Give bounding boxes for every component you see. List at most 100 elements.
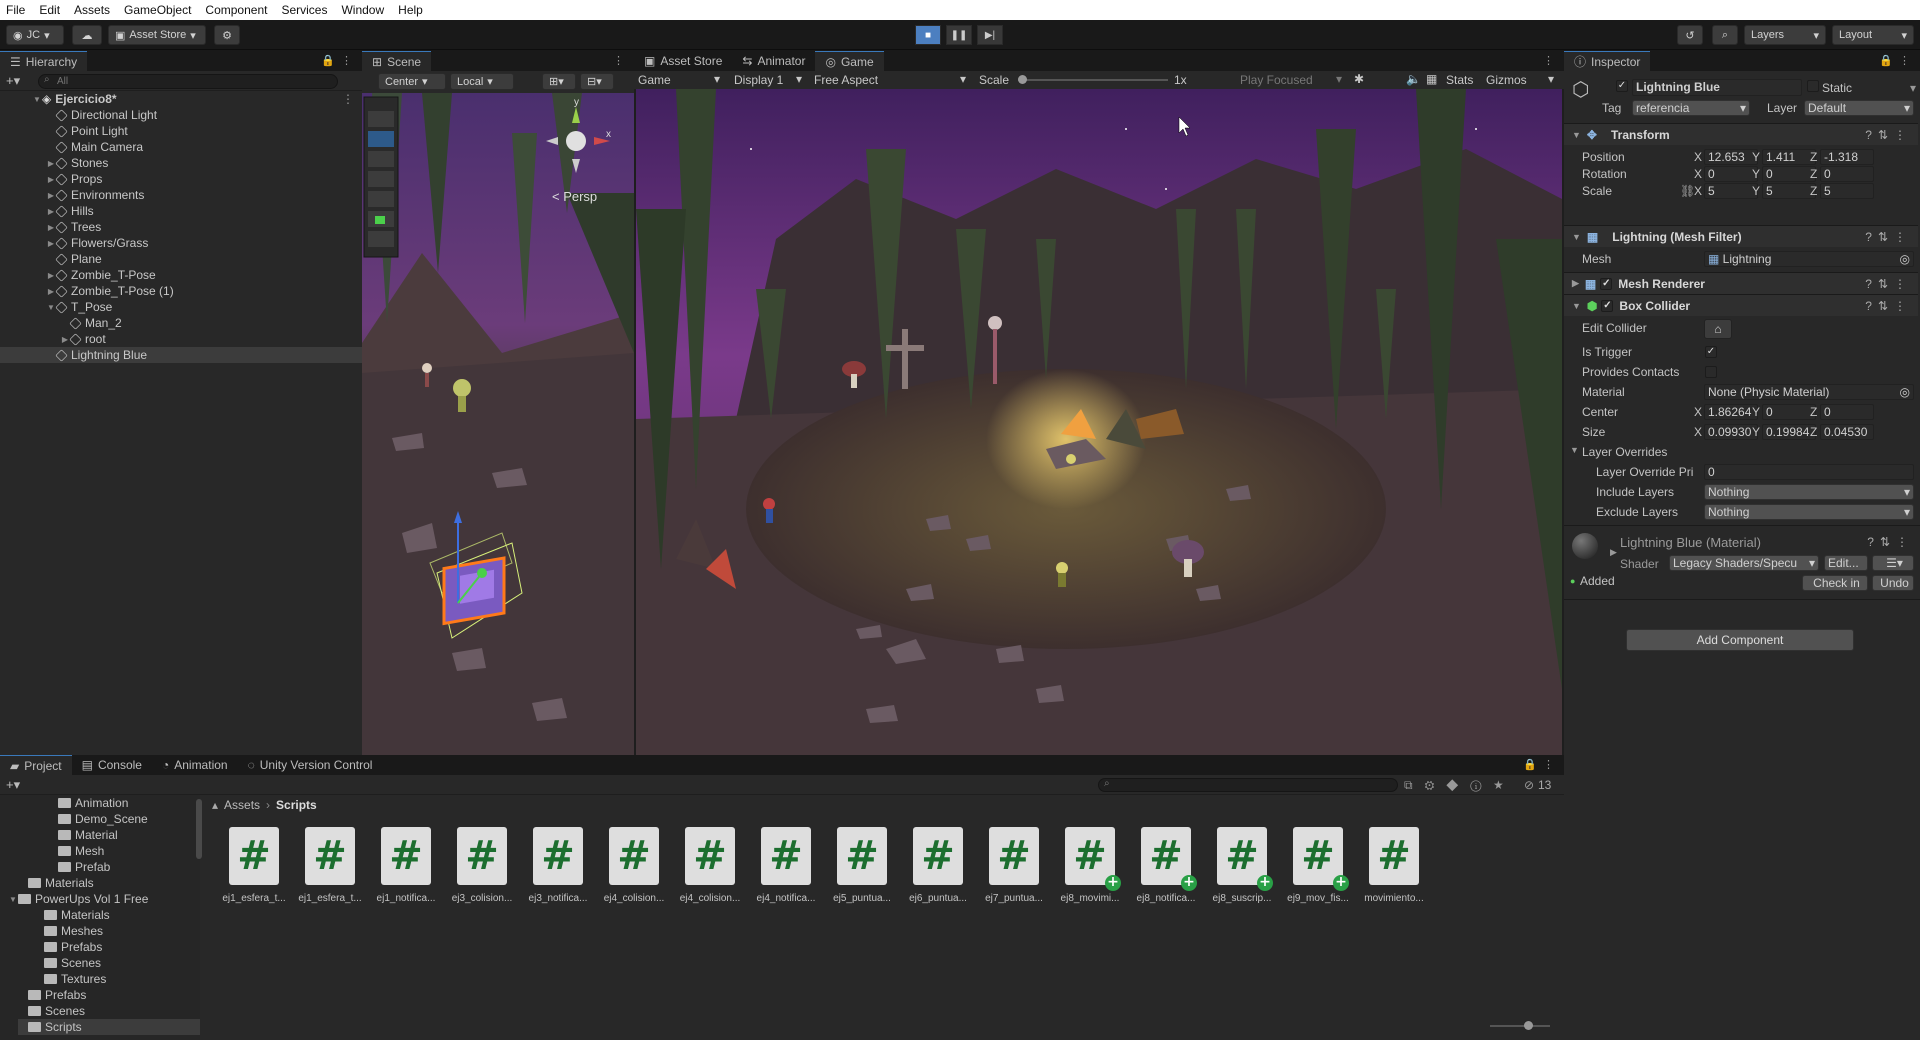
script-asset[interactable]: # ej4_notifica... — [750, 827, 822, 904]
history-button[interactable]: ↺ — [1677, 25, 1703, 45]
project-tree-item[interactable]: ▼ PowerUps Vol 1 Free — [8, 891, 200, 907]
hierarchy-search-input[interactable] — [38, 74, 338, 89]
cloud-button[interactable]: ☁ — [72, 25, 102, 45]
position-field[interactable]: 1.411 — [1762, 149, 1816, 165]
display-dropdown[interactable]: Display 1 — [734, 73, 783, 87]
shader-dropdown[interactable]: Legacy Shaders/Specu ▾ — [1669, 555, 1819, 571]
asset-store-dropdown[interactable]: ▣ Asset Store ▾ — [108, 25, 206, 45]
collapse-icon[interactable]: ▴ — [212, 798, 218, 812]
filter-icons[interactable]: ⧉⚙◆ⓘ★ — [1404, 778, 1515, 793]
menu-window[interactable]: Window — [341, 3, 384, 17]
script-asset[interactable]: # ej6_puntua... — [902, 827, 974, 904]
tree-scrollbar[interactable] — [196, 799, 202, 859]
script-asset[interactable]: # ej1_notifica... — [370, 827, 442, 904]
tag-dropdown[interactable]: referencia ▾ — [1632, 100, 1750, 116]
component-menu-icons[interactable]: ?⇅⋮ — [1865, 128, 1912, 142]
script-asset[interactable]: # ej1_esfera_t... — [218, 827, 290, 904]
hierarchy-item[interactable]: ▶ Stones — [0, 155, 362, 171]
script-asset[interactable]: # ej5_puntua... — [826, 827, 898, 904]
space-dropdown[interactable]: Local ▾ — [450, 73, 514, 90]
box-collider-header[interactable]: ▼ ⬢ ✓ Box Collider ?⇅⋮ — [1564, 294, 1918, 316]
center-field[interactable]: 0 — [1820, 404, 1874, 420]
rotation-field[interactable]: 0 — [1704, 166, 1758, 182]
chevron-down-icon[interactable]: ▾ — [1910, 81, 1916, 95]
shader-edit-button[interactable]: Edit... — [1824, 555, 1868, 571]
script-asset[interactable]: # movimiento... — [1358, 827, 1430, 904]
component-menu-icons[interactable]: ?⇅⋮ — [1867, 535, 1914, 549]
gizmos-button[interactable]: Gizmos — [1486, 73, 1527, 87]
size-field[interactable]: 0.09930 — [1704, 424, 1758, 440]
project-tree-item[interactable]: Materials — [34, 907, 200, 923]
project-tree-item[interactable]: Animation — [48, 795, 200, 811]
project-tree-item[interactable]: Material — [48, 827, 200, 843]
scene-tool-palette[interactable] — [363, 96, 399, 258]
pivot-dropdown[interactable]: Center ▾ — [378, 73, 446, 90]
project-tree-item[interactable]: Meshes — [34, 923, 200, 939]
script-asset[interactable]: # ej4_colision... — [674, 827, 746, 904]
transform-header[interactable]: ▼ ✥ Transform ?⇅⋮ — [1564, 123, 1918, 145]
static-checkbox[interactable] — [1807, 80, 1819, 92]
mesh-field[interactable]: ▦ Lightning ◎ — [1704, 251, 1914, 267]
script-asset[interactable]: # + ej8_notifica... — [1130, 827, 1202, 904]
panel-menu-icon[interactable]: 🔒⋮ — [321, 54, 358, 67]
snap-increment-button[interactable]: ⊟▾ — [580, 73, 614, 90]
add-icon[interactable]: +▾ — [6, 73, 20, 89]
override-priority-field[interactable]: 0 — [1704, 464, 1914, 480]
menu-file[interactable]: File — [6, 3, 25, 17]
size-field[interactable]: 0.04530 — [1820, 424, 1874, 440]
project-search-input[interactable]: ⌕ — [1098, 778, 1398, 792]
project-tree-item[interactable]: Scenes — [34, 955, 200, 971]
hierarchy-item[interactable]: ▶ Zombie_T-Pose — [0, 267, 362, 283]
layers-dropdown[interactable]: Layers ▾ — [1744, 25, 1826, 45]
menu-component[interactable]: Component — [205, 3, 267, 17]
persp-label[interactable]: < Persp — [552, 189, 597, 204]
mesh-renderer-enabled-checkbox[interactable]: ✓ — [1600, 277, 1613, 290]
panel-menu-icon[interactable]: ⋮ — [1543, 54, 1560, 67]
project-tree-item[interactable]: Textures — [34, 971, 200, 987]
collider-material-field[interactable]: None (Physic Material) ◎ — [1704, 384, 1914, 400]
play-focused-dropdown[interactable]: Play Focused — [1240, 73, 1313, 87]
scale-field[interactable]: 5 — [1762, 183, 1816, 199]
constrain-proportions-icon[interactable]: ⛓ — [1680, 184, 1695, 198]
game-mode-dropdown[interactable]: Game — [638, 73, 671, 87]
layout-dropdown[interactable]: Layout ▾ — [1832, 25, 1914, 45]
tab-scene[interactable]: ⊞ Scene — [362, 51, 432, 71]
script-asset[interactable]: # ej3_notifica... — [522, 827, 594, 904]
menu-help[interactable]: Help — [398, 3, 423, 17]
step-button[interactable]: ▶| — [977, 25, 1003, 45]
position-field[interactable]: -1.318 — [1820, 149, 1874, 165]
project-tree-item[interactable]: Prefabs — [34, 939, 200, 955]
audio-icon[interactable]: 🔈 — [1406, 72, 1421, 86]
project-tree-item[interactable]: Materials — [18, 875, 200, 891]
position-field[interactable]: 12.653 — [1704, 149, 1758, 165]
stats-grid-icon[interactable]: ▦ — [1426, 72, 1437, 86]
hierarchy-item[interactable]: Main Camera — [0, 139, 362, 155]
mesh-renderer-header[interactable]: ▶ ▦ ✓ Mesh Renderer ?⇅⋮ — [1564, 272, 1918, 294]
scale-slider[interactable] — [1018, 75, 1168, 84]
aspect-dropdown[interactable]: Free Aspect — [814, 73, 878, 87]
component-menu-icons[interactable]: ?⇅⋮ — [1865, 230, 1912, 244]
project-tree-item[interactable]: Scenes — [18, 1003, 200, 1019]
bug-icon[interactable]: ✱ — [1354, 72, 1364, 86]
layer-overrides-label[interactable]: Layer Overrides — [1582, 445, 1667, 459]
panel-menu-icon[interactable]: ⋮ — [613, 54, 630, 67]
include-layers-dropdown[interactable]: Nothing ▾ — [1704, 484, 1914, 500]
hierarchy-item[interactable]: ▼ T_Pose — [0, 299, 362, 315]
hierarchy-item[interactable]: ▶ root — [0, 331, 362, 347]
mesh-filter-header[interactable]: ▼ ▦ Lightning (Mesh Filter) ?⇅⋮ — [1564, 225, 1918, 247]
chevron-down-icon[interactable]: ▼ — [8, 895, 18, 904]
add-icon[interactable]: +▾ — [6, 777, 20, 793]
stats-button[interactable]: Stats — [1446, 73, 1473, 87]
game-viewport[interactable] — [636, 89, 1562, 755]
hierarchy-item[interactable]: ▶ Hills — [0, 203, 362, 219]
rotation-field[interactable]: 0 — [1820, 166, 1874, 182]
panel-menu-icon[interactable]: 🔒⋮ — [1879, 54, 1916, 67]
pause-button[interactable]: ❚❚ — [946, 25, 972, 45]
script-asset[interactable]: # ej4_colision... — [598, 827, 670, 904]
center-field[interactable]: 0 — [1762, 404, 1816, 420]
tab-hierarchy[interactable]: ☰ Hierarchy — [0, 51, 88, 71]
project-tree-item[interactable]: Prefabs — [18, 987, 200, 1003]
script-asset[interactable]: # + ej8_suscrip... — [1206, 827, 1278, 904]
hierarchy-item[interactable]: ▶ Zombie_T-Pose (1) — [0, 283, 362, 299]
edit-collider-button[interactable]: ⌂ — [1704, 319, 1732, 339]
